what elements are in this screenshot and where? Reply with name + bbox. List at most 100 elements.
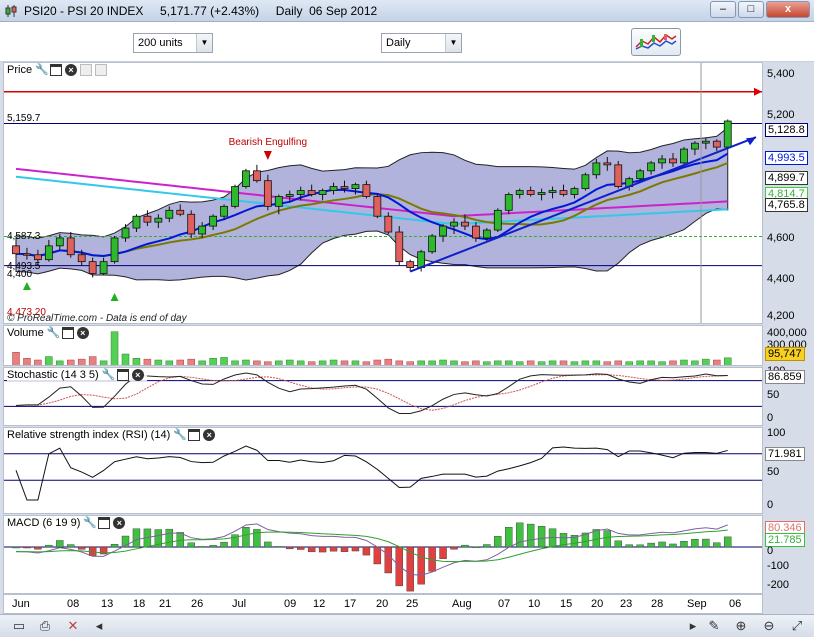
candle-body — [318, 190, 327, 195]
wrench-icon[interactable]: 🔧 — [35, 64, 49, 76]
wrench-icon[interactable]: 🔧 — [173, 429, 187, 441]
macd-histogram-bar — [691, 539, 699, 548]
save-icon[interactable]: ▭ — [10, 618, 28, 634]
window-icon[interactable] — [61, 327, 74, 339]
up-arrow-icon — [22, 282, 31, 290]
window-icon[interactable] — [98, 517, 111, 529]
macd-histogram-bar — [384, 546, 392, 574]
close-icon[interactable]: × — [76, 327, 89, 339]
delete-drawings-icon[interactable]: ✕ — [64, 618, 82, 634]
candle-body — [712, 140, 721, 148]
scroll-left-icon[interactable]: ◂ — [90, 618, 108, 634]
x-tick-label: Aug — [452, 598, 472, 610]
candlestick-app-icon — [5, 5, 17, 17]
macd-histogram-bar — [658, 541, 666, 548]
fit-chart-icon[interactable]: ⤢ — [788, 618, 806, 634]
units-value: 200 units — [138, 37, 183, 49]
candle-body — [220, 205, 228, 217]
volume-bar — [373, 359, 382, 365]
volume-bar — [132, 358, 141, 365]
macd-histogram-bar — [526, 523, 535, 548]
candle-body — [99, 261, 108, 274]
move-down-icon[interactable] — [95, 64, 108, 76]
macd-histogram-bar — [505, 527, 513, 548]
price-level-label: 5,159.7 — [7, 113, 41, 124]
minimize-button[interactable]: – — [710, 1, 736, 18]
volume-bar — [537, 361, 546, 365]
macd-histogram-bar — [614, 540, 622, 548]
close-icon[interactable]: × — [131, 369, 144, 381]
y-tick: 4,600 — [767, 232, 795, 244]
macd-histogram-bar — [373, 546, 382, 565]
volume-bar — [121, 353, 130, 365]
close-icon[interactable]: × — [203, 429, 216, 441]
volume-bar — [110, 331, 119, 365]
volume-bar — [286, 359, 294, 365]
volume-bar — [680, 359, 688, 365]
volume-bar — [12, 352, 20, 365]
macd-histogram-bar — [253, 529, 261, 548]
volume-bar — [395, 360, 403, 365]
candle-body — [570, 188, 579, 195]
y-tick: 0 — [767, 499, 774, 511]
candle-body — [537, 192, 546, 195]
wrench-icon[interactable]: 🔧 — [102, 369, 116, 381]
wrench-icon[interactable]: 🔧 — [83, 517, 97, 529]
volume-bar — [296, 360, 305, 365]
volume-bar — [702, 358, 710, 365]
move-up-icon[interactable] — [80, 64, 93, 76]
close-icon[interactable]: × — [113, 517, 126, 529]
volume-bar — [647, 360, 655, 365]
candle-body — [12, 245, 20, 255]
macd-histogram-bar — [713, 542, 721, 548]
volume-bar — [143, 358, 152, 365]
volume-bar — [318, 360, 327, 365]
x-tick-label: Sep — [687, 598, 707, 610]
macd-histogram-bar — [483, 544, 491, 548]
x-tick-label: Jun — [12, 598, 30, 610]
down-arrow-icon — [263, 151, 272, 160]
drawing-tools-icon[interactable]: ✎ — [705, 618, 723, 634]
stochastic-panel: Stochastic (14 3 5) 🔧 × — [3, 367, 763, 426]
x-tick-label: 15 — [560, 598, 573, 610]
candle-body — [373, 196, 382, 217]
close-button[interactable]: x — [766, 1, 810, 18]
window-icon[interactable] — [50, 64, 63, 76]
volume-bar — [77, 358, 86, 365]
close-icon[interactable]: × — [65, 64, 78, 76]
zoom-in-icon[interactable]: ⊕ — [732, 618, 750, 634]
indicators-button[interactable] — [631, 28, 681, 56]
volume-bar — [515, 361, 524, 365]
candle-body — [603, 162, 612, 166]
y-tick: 4,200 — [767, 310, 795, 322]
volume-chart[interactable] — [4, 326, 763, 366]
macd-histogram-bar — [34, 546, 42, 550]
candle-body — [658, 158, 666, 164]
print-icon[interactable]: ⎙ — [36, 618, 54, 634]
macd-histogram-bar — [450, 546, 458, 550]
rsi-panel-header: Relative strength index (RSI) (14) 🔧 × — [7, 429, 219, 441]
stochastic-panel-header: Stochastic (14 3 5) 🔧 × — [7, 369, 147, 381]
macd-histogram-bar — [647, 542, 655, 548]
macd-histogram-bar — [187, 542, 195, 548]
volume-bar — [23, 358, 31, 365]
candle-body — [395, 231, 404, 263]
period-select[interactable]: Daily ▼ — [381, 33, 462, 53]
units-select[interactable]: 200 units ▼ — [133, 33, 213, 53]
volume-bar — [231, 360, 239, 365]
zoom-out-icon[interactable]: ⊖ — [760, 618, 778, 634]
volume-bar — [88, 356, 97, 365]
maximize-button[interactable]: □ — [738, 1, 764, 18]
macd-histogram-bar — [56, 540, 64, 548]
scroll-right-icon[interactable]: ▸ — [684, 618, 702, 634]
wrench-icon[interactable]: 🔧 — [47, 327, 61, 339]
candle-body — [636, 170, 645, 180]
window-icon[interactable] — [188, 429, 201, 441]
volume-bar — [220, 357, 228, 365]
ma50-badge: 4,899.7 — [765, 171, 808, 185]
volume-bar — [570, 361, 579, 365]
price-chart[interactable]: Bearish Engulfing5,159.74,587.34,493.54,… — [4, 63, 763, 324]
volume-bar — [406, 361, 414, 365]
lower-band-badge: 4,765.8 — [765, 198, 808, 212]
window-icon[interactable] — [116, 369, 129, 381]
